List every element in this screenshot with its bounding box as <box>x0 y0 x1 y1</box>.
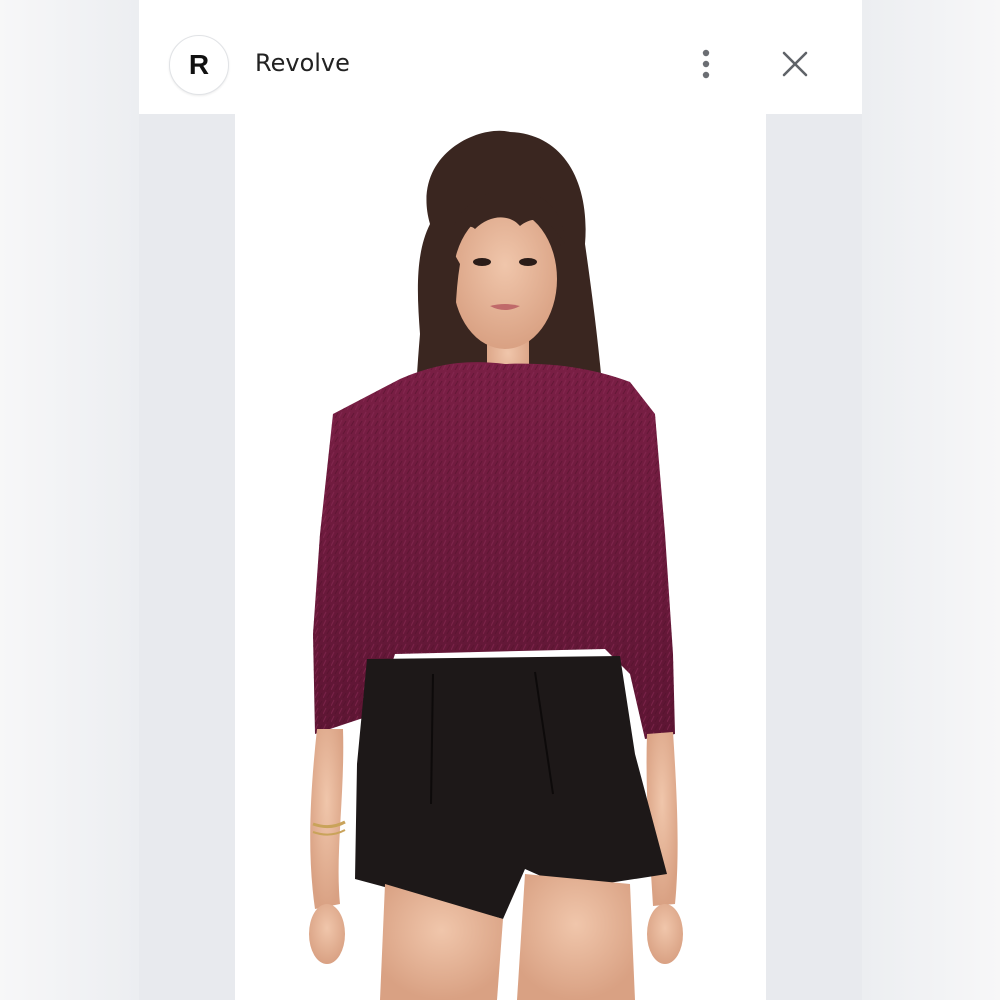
viewer-header: R Revolve <box>139 0 862 114</box>
close-icon <box>782 51 808 77</box>
more-vertical-icon <box>702 49 710 79</box>
site-name: Revolve <box>255 49 350 77</box>
backdrop-right <box>862 0 1000 1000</box>
close-button[interactable] <box>775 44 815 84</box>
backdrop-left <box>0 0 139 1000</box>
left-arm <box>310 729 344 909</box>
image-viewer-panel: R Revolve <box>139 0 862 1000</box>
left-eye <box>473 258 491 266</box>
right-eye <box>519 258 537 266</box>
product-image[interactable] <box>235 114 766 1000</box>
shorts <box>355 656 667 919</box>
right-leg <box>517 874 635 1000</box>
product-image-frame <box>235 114 766 1000</box>
model-photo <box>235 114 766 1000</box>
face <box>453 209 557 349</box>
site-logo: R <box>169 35 229 95</box>
logo-letter: R <box>188 49 210 80</box>
left-hand <box>309 904 345 964</box>
right-hand <box>647 904 683 964</box>
more-options-button[interactable] <box>691 44 721 84</box>
